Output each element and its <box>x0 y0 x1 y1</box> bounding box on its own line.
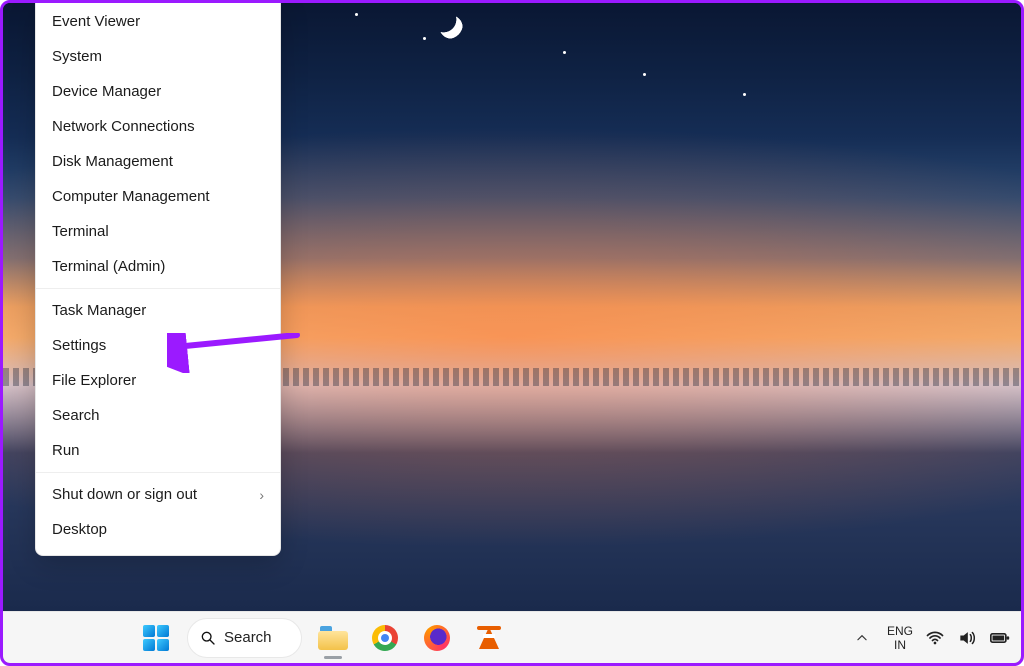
taskbar: Search ENG IN <box>3 611 1021 663</box>
menu-item-label: Network Connections <box>52 118 195 135</box>
system-tray: ENG IN <box>849 612 1009 663</box>
menu-item-run[interactable]: Run <box>36 433 280 468</box>
menu-item-task-manager[interactable]: Task Manager <box>36 293 280 328</box>
menu-item-label: System <box>52 48 102 65</box>
tray-volume[interactable] <box>957 628 977 648</box>
menu-item-settings[interactable]: Settings <box>36 328 280 363</box>
tray-wifi[interactable] <box>925 628 945 648</box>
menu-item-label: Shut down or sign out <box>52 486 197 503</box>
menu-item-terminal-admin[interactable]: Terminal (Admin) <box>36 249 280 284</box>
file-explorer-icon <box>318 626 348 650</box>
star-icon <box>563 51 566 54</box>
windows-logo-icon <box>143 625 169 651</box>
menu-item-desktop[interactable]: Desktop <box>36 512 280 547</box>
menu-item-label: Event Viewer <box>52 13 140 30</box>
taskbar-search[interactable]: Search <box>187 618 302 658</box>
lang-primary: ENG <box>887 624 913 638</box>
winx-context-menu: Event Viewer System Device Manager Netwo… <box>35 1 281 556</box>
menu-item-label: File Explorer <box>52 372 136 389</box>
star-icon <box>423 37 426 40</box>
battery-icon <box>989 628 1011 648</box>
menu-item-network-connections[interactable]: Network Connections <box>36 109 280 144</box>
menu-item-label: Settings <box>52 337 106 354</box>
screenshot-frame: Event Viewer System Device Manager Netwo… <box>0 0 1024 666</box>
menu-item-label: Terminal <box>52 223 109 240</box>
menu-item-label: Terminal (Admin) <box>52 258 165 275</box>
tray-battery[interactable] <box>989 628 1009 648</box>
taskbar-app-chrome[interactable] <box>364 617 406 659</box>
star-icon <box>743 93 746 96</box>
menu-item-label: Disk Management <box>52 153 173 170</box>
taskbar-app-vlc[interactable] <box>468 617 510 659</box>
chevron-up-icon <box>855 631 869 645</box>
menu-item-computer-management[interactable]: Computer Management <box>36 179 280 214</box>
moon-icon <box>433 9 463 39</box>
menu-item-label: Desktop <box>52 521 107 538</box>
start-button[interactable] <box>135 617 177 659</box>
wifi-icon <box>925 628 945 648</box>
firefox-icon <box>424 625 450 651</box>
menu-item-device-manager[interactable]: Device Manager <box>36 74 280 109</box>
active-app-indicator <box>324 656 342 659</box>
lang-secondary: IN <box>887 638 913 652</box>
search-label: Search <box>224 629 272 646</box>
taskbar-left: Search <box>135 617 510 659</box>
menu-item-label: Task Manager <box>52 302 146 319</box>
vlc-icon <box>479 627 499 649</box>
menu-item-disk-management[interactable]: Disk Management <box>36 144 280 179</box>
taskbar-app-firefox[interactable] <box>416 617 458 659</box>
language-indicator[interactable]: ENG IN <box>887 624 913 652</box>
menu-item-shutdown-signout[interactable]: Shut down or sign out › <box>36 477 280 512</box>
menu-item-label: Device Manager <box>52 83 161 100</box>
taskbar-app-file-explorer[interactable] <box>312 617 354 659</box>
menu-item-search[interactable]: Search <box>36 398 280 433</box>
menu-item-terminal[interactable]: Terminal <box>36 214 280 249</box>
search-icon <box>200 630 216 646</box>
menu-item-label: Search <box>52 407 100 424</box>
chrome-icon <box>372 625 398 651</box>
menu-separator <box>36 288 280 289</box>
menu-item-file-explorer[interactable]: File Explorer <box>36 363 280 398</box>
star-icon <box>355 13 358 16</box>
star-icon <box>643 73 646 76</box>
tray-overflow-button[interactable] <box>849 625 875 651</box>
volume-icon <box>957 628 977 648</box>
menu-item-event-viewer[interactable]: Event Viewer <box>36 4 280 39</box>
menu-separator <box>36 472 280 473</box>
menu-item-label: Computer Management <box>52 188 210 205</box>
menu-item-system[interactable]: System <box>36 39 280 74</box>
chevron-right-icon: › <box>259 487 264 503</box>
menu-item-label: Run <box>52 442 80 459</box>
